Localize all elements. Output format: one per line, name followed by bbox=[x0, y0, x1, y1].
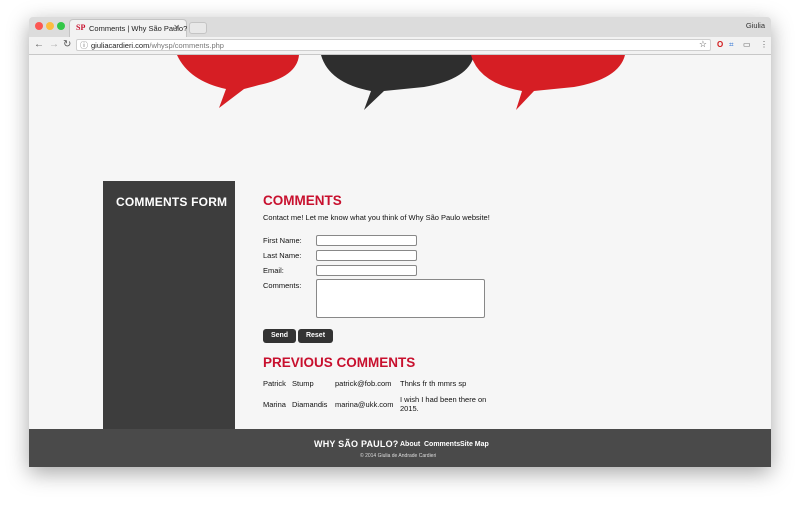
tab-bar: SP Comments | Why São Paulo? ✕ Giulia bbox=[29, 17, 771, 37]
reset-button[interactable]: Reset bbox=[298, 329, 333, 343]
comment-first-name: Patrick bbox=[263, 379, 286, 388]
cast-icon[interactable]: ▭ bbox=[743, 40, 751, 49]
close-tab-icon[interactable]: ✕ bbox=[173, 23, 180, 32]
comment-email: patrick@fob.com bbox=[335, 379, 392, 388]
web-page: COMMENTS FORM COMMENTS Contact me! Let m… bbox=[29, 55, 771, 467]
browser-toolbar: ← → ↻ ⓘ giuliacardieri.com/whysp/comment… bbox=[29, 37, 771, 55]
zoom-window-button[interactable] bbox=[57, 22, 65, 30]
previous-comments-heading: PREVIOUS COMMENTS bbox=[263, 355, 416, 370]
reload-icon[interactable]: ↻ bbox=[63, 39, 71, 50]
last-name-input[interactable] bbox=[316, 250, 417, 261]
footer-title[interactable]: WHY SÃO PAULO? bbox=[314, 439, 398, 449]
first-name-input[interactable] bbox=[316, 235, 417, 246]
email-input[interactable] bbox=[316, 265, 417, 276]
sidebar-title: COMMENTS FORM bbox=[116, 195, 228, 209]
browser-window: SP Comments | Why São Paulo? ✕ Giulia ← … bbox=[29, 17, 771, 467]
profile-name[interactable]: Giulia bbox=[746, 21, 765, 30]
comment-text: Thnks fr th mmrs sp bbox=[400, 379, 467, 388]
forward-icon[interactable]: → bbox=[49, 39, 59, 50]
send-button[interactable]: Send bbox=[263, 329, 296, 343]
comment-last-name: Stump bbox=[292, 379, 314, 388]
address-bar[interactable]: ⓘ giuliacardieri.com/whysp/comments.php … bbox=[76, 39, 711, 51]
comments-label: Comments: bbox=[263, 281, 302, 290]
intro-text: Contact me! Let me know what you think o… bbox=[263, 213, 490, 222]
footer-link-about[interactable]: About bbox=[400, 441, 420, 448]
speech-bubbles-banner bbox=[177, 55, 625, 110]
sidebar: COMMENTS FORM bbox=[103, 181, 235, 431]
last-name-label: Last Name: bbox=[263, 251, 302, 260]
browser-tab[interactable]: SP Comments | Why São Paulo? ✕ bbox=[69, 19, 187, 37]
comment-text-line1: I wish I had been there on bbox=[400, 395, 487, 404]
first-name-label: First Name: bbox=[263, 236, 302, 245]
red-speech-bubble-left bbox=[177, 55, 299, 108]
favicon-icon: SP bbox=[76, 23, 86, 32]
comments-heading: COMMENTS bbox=[263, 193, 342, 208]
comments-textarea[interactable] bbox=[316, 279, 485, 318]
site-footer: WHY SÃO PAULO? About Comments Site Map ©… bbox=[29, 429, 771, 467]
close-window-button[interactable] bbox=[35, 22, 43, 30]
url-text: giuliacardieri.com/whysp/comments.php bbox=[91, 41, 224, 50]
footer-copyright: © 2014 Giulia de Andrade Cardieri bbox=[360, 453, 437, 459]
comment-last-name: Diamandis bbox=[292, 400, 328, 409]
black-speech-bubble bbox=[321, 55, 474, 110]
red-speech-bubble-right bbox=[471, 55, 625, 110]
comment-email: marina@ukk.com bbox=[335, 400, 394, 409]
footer-link-site-map[interactable]: Site Map bbox=[460, 441, 489, 448]
footer-link-comments[interactable]: Comments bbox=[424, 441, 460, 448]
minimize-window-button[interactable] bbox=[46, 22, 54, 30]
bookmark-star-icon[interactable]: ☆ bbox=[699, 39, 707, 50]
info-icon[interactable]: ⓘ bbox=[80, 40, 88, 51]
back-icon[interactable]: ← bbox=[34, 39, 44, 50]
menu-icon[interactable]: ⋮ bbox=[760, 40, 768, 49]
comment-first-name: Marina bbox=[263, 400, 286, 409]
comment-text-line2: 2015. bbox=[400, 404, 419, 413]
opera-extension-icon[interactable]: O bbox=[717, 40, 723, 49]
new-tab-button[interactable] bbox=[189, 22, 207, 34]
extension-icon[interactable]: ⌗ bbox=[729, 40, 734, 50]
email-label: Email: bbox=[263, 266, 284, 275]
